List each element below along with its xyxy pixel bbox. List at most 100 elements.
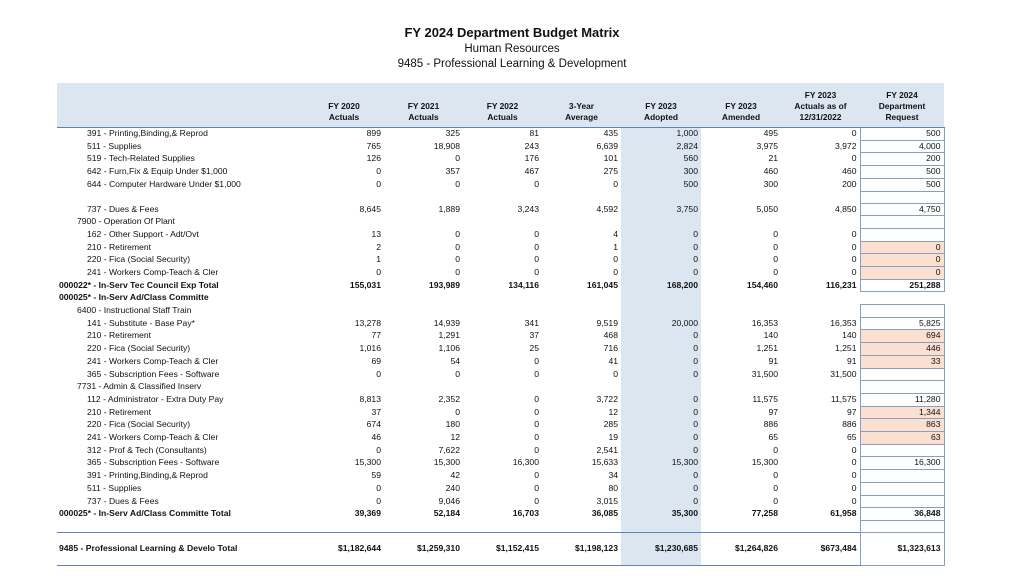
column-header: FY 2020 Actuals	[304, 83, 384, 128]
value-cell: 77,258	[751, 508, 778, 519]
value-cell: 0	[851, 482, 857, 493]
value-cell: 0	[455, 178, 460, 189]
value-cell: 0	[613, 267, 618, 277]
value-cell	[859, 481, 945, 496]
value-cell: 0	[621, 444, 701, 457]
value-cell: 3,750	[621, 203, 701, 216]
row-label: 511 - Supplies	[87, 140, 142, 151]
column-header-text: Amended	[721, 112, 761, 122]
value-cell: 275	[603, 166, 618, 177]
row-label: 141 - Substitute - Base Pay*	[87, 317, 195, 328]
table-row: 511 - Supplies 0 240 0 80 0 0 0	[57, 481, 945, 496]
value-cell: 251,288	[859, 278, 945, 293]
spacer-cell	[57, 520, 304, 532]
value-cell	[304, 381, 384, 394]
value-cell	[781, 292, 860, 305]
table-row: 210 - Retirement 37 0 0 12 0 97 97 1,344	[57, 405, 945, 420]
value-cell: 0	[534, 470, 539, 481]
table-row: 737 - Dues & Fees 0 9,046 0 3,015 0 0 0	[57, 494, 945, 509]
value-cell	[859, 443, 945, 458]
value-cell: 0	[773, 228, 778, 239]
value-cell: 18,908	[433, 140, 460, 151]
value-cell	[859, 380, 945, 394]
value-cell: 9,519	[596, 317, 618, 328]
value-cell: 61,958	[830, 508, 857, 519]
value-cell: 11,575	[752, 393, 778, 404]
table-row: 365 - Subscription Fees - Software 15,300…	[57, 456, 945, 471]
value-cell: 0	[859, 253, 945, 267]
value-cell: 2,541	[596, 444, 618, 455]
value-cell: 0	[613, 178, 618, 189]
table-row: 312 - Prof & Tech (Consultants) 0 7,622 0 2,…	[57, 443, 945, 458]
column-header: FY 2024 Department Request	[860, 83, 944, 128]
value-cell	[781, 381, 860, 394]
value-cell: 16,353	[751, 317, 778, 328]
value-cell: 155,031	[349, 279, 381, 290]
row-label: 391 - Printing,Binding,& Reprod	[87, 128, 208, 139]
value-cell	[860, 292, 944, 305]
value-cell: 21	[768, 153, 778, 164]
column-header-row: FY 2020 Actuals FY 2021 Actuals FY 2022 Actua…	[57, 83, 944, 128]
value-cell: 42	[450, 470, 460, 481]
value-cell: 5,050	[756, 203, 778, 214]
value-cell: 0	[621, 418, 701, 432]
column-header: 3-Year Average	[542, 83, 621, 128]
row-label: 737 - Dues & Fees	[87, 495, 159, 506]
column-header-text: 3-Year	[568, 101, 595, 111]
value-cell: 5,825	[859, 316, 945, 331]
column-header: FY 2022 Actuals	[463, 83, 542, 128]
spacer-row	[57, 191, 945, 204]
value-cell: 0	[851, 241, 857, 252]
value-cell: 500	[859, 165, 945, 179]
table-row: 642 - Furn,Fix & Equip Under $1,000 0 357 4…	[57, 165, 945, 179]
table-row: 6400 - Instructional Staff Train	[57, 304, 945, 318]
value-cell: $1,152,415	[463, 531, 542, 566]
table-row: 391 - Printing,Binding,& Reprod 59 42 0 34 0 0…	[57, 469, 945, 483]
spacer-cell	[463, 520, 542, 532]
value-cell: 0	[621, 393, 701, 407]
value-cell	[859, 215, 945, 229]
value-cell: 0	[534, 406, 539, 417]
row-label: 220 - Fica (Social Security)	[87, 343, 191, 354]
value-cell: 34	[608, 470, 618, 481]
value-cell: 2,824	[621, 140, 701, 153]
value-cell: 0	[773, 482, 778, 493]
value-cell: 0	[534, 228, 539, 239]
row-label: 6400 - Instructional Staff Train	[77, 305, 192, 316]
row-label: 7900 - Operation Of Plant	[77, 216, 175, 227]
row-label: 241 - Workers Comp-Teach & Cler	[87, 432, 219, 443]
value-cell	[701, 381, 781, 394]
value-cell: 0	[621, 241, 701, 254]
value-cell: 180	[445, 419, 460, 430]
value-cell: 11,575	[830, 393, 857, 404]
value-cell	[859, 367, 945, 382]
value-cell: 0	[534, 393, 539, 404]
value-cell: 0	[376, 178, 381, 189]
value-cell: 12	[450, 432, 460, 443]
column-header-text: FY 2024	[886, 90, 918, 100]
spacer-cell	[701, 191, 781, 203]
row-label: 210 - Retirement	[87, 406, 152, 417]
table-row: 365 - Subscription Fees - Software 0 0 0 0 0 3…	[57, 367, 945, 382]
value-cell	[463, 216, 542, 229]
spacer-cell	[621, 191, 701, 204]
value-cell: 59	[371, 470, 381, 481]
value-cell: 446	[859, 342, 945, 356]
value-cell: 36,085	[591, 508, 618, 519]
table-row: 519 - Tech-Related Supplies 126 0 176 101 560…	[57, 152, 945, 167]
value-cell: 15,300	[354, 457, 381, 468]
value-cell: 0	[851, 128, 857, 139]
value-cell: 0	[455, 254, 460, 265]
value-cell: 4,750	[859, 202, 945, 217]
value-cell: 97	[846, 406, 857, 417]
spacer-cell	[859, 191, 945, 204]
value-cell: 97	[768, 406, 778, 417]
value-cell	[621, 291, 701, 305]
report-title: FY 2024 Department Budget Matrix	[404, 25, 620, 40]
value-cell: 140	[842, 330, 857, 341]
value-cell: 0	[534, 444, 539, 455]
value-cell: 15,300	[433, 457, 460, 468]
column-header-text: Request	[885, 112, 919, 122]
value-cell: 9,046	[438, 495, 460, 506]
value-cell	[701, 216, 781, 229]
